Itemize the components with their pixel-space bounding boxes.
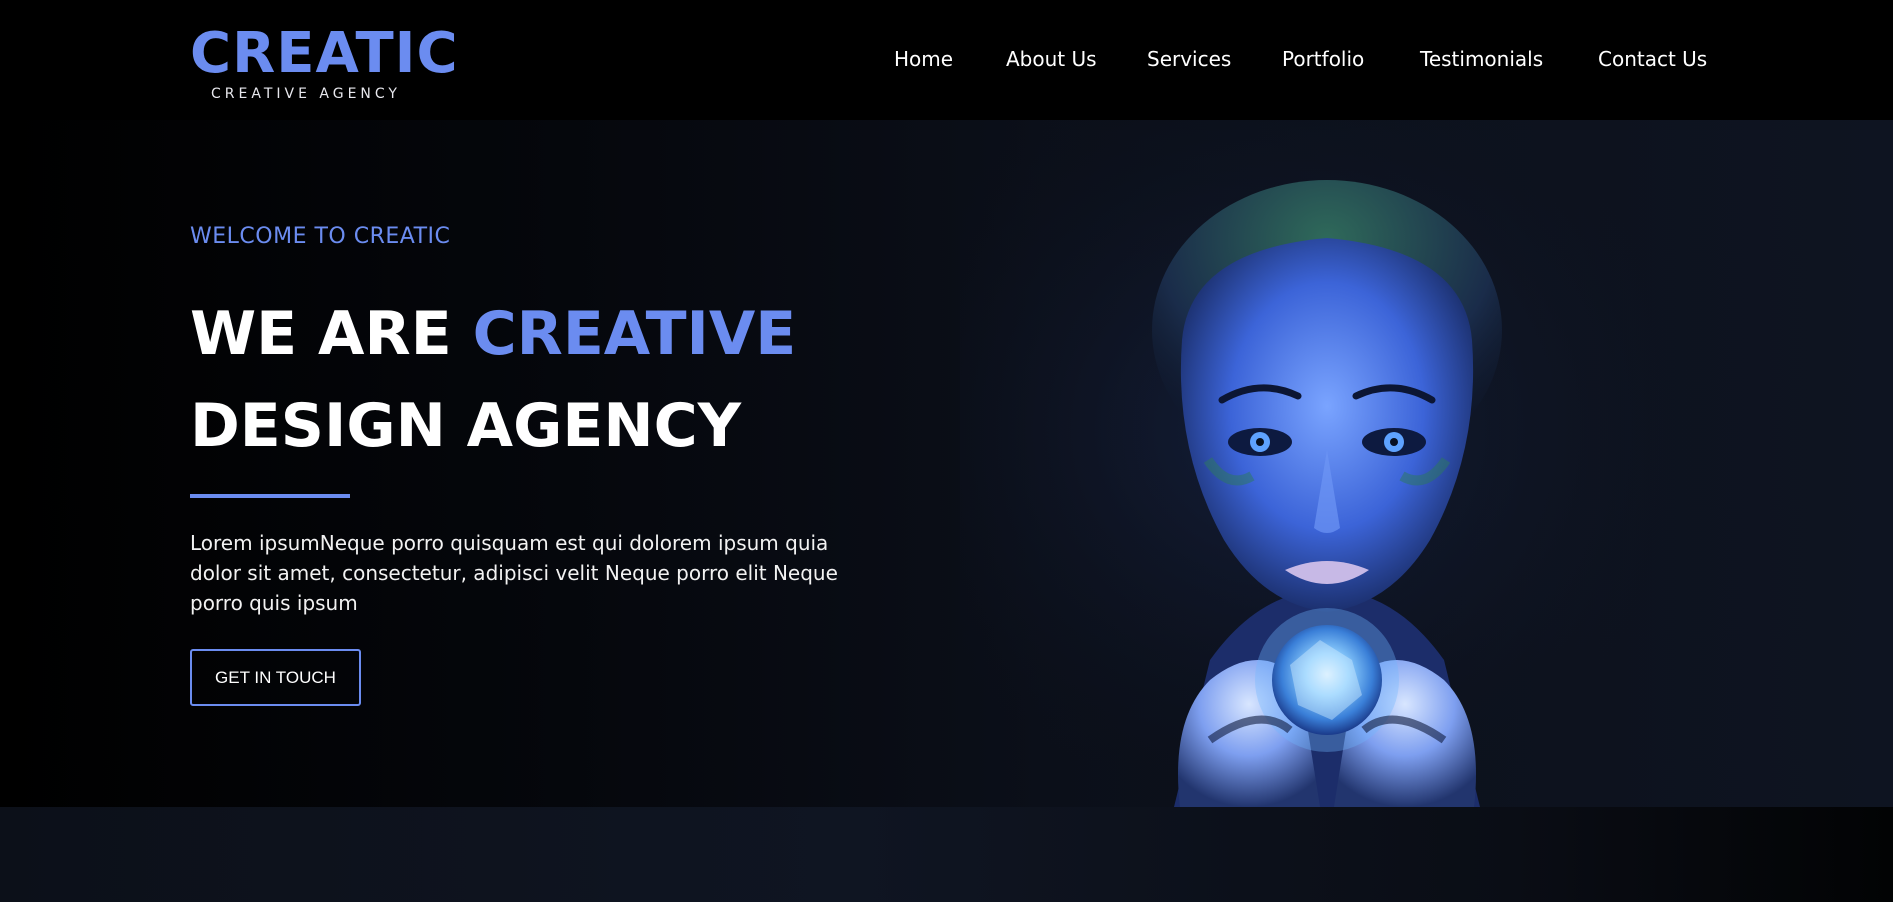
hero-section: WELCOME TO CREATIC WE ARE CREATIVE DESIG… xyxy=(0,120,1893,807)
headline-divider xyxy=(190,494,350,498)
next-section-band xyxy=(0,807,1893,902)
nav-testimonials[interactable]: Testimonials xyxy=(1420,44,1543,74)
nav-services[interactable]: Services xyxy=(1147,44,1231,74)
hero-portrait-image xyxy=(960,120,1720,807)
logo-name: CREATIC xyxy=(190,21,459,86)
nav-portfolio[interactable]: Portfolio xyxy=(1282,44,1364,74)
headline-accent: CREATIVE xyxy=(472,299,797,369)
headline-prefix: WE ARE xyxy=(190,299,473,369)
headline-line2: DESIGN AGENCY xyxy=(190,391,742,461)
nav-contact-us[interactable]: Contact Us xyxy=(1598,44,1707,74)
nav-home[interactable]: Home xyxy=(894,44,953,74)
logo-tagline: CREATIVE AGENCY xyxy=(211,86,401,102)
get-in-touch-button[interactable]: GET IN TOUCH xyxy=(190,649,361,706)
hero-description: Lorem ipsumNeque porro quisquam est qui … xyxy=(190,531,838,615)
nav-about-us[interactable]: About Us xyxy=(1006,44,1097,74)
welcome-text: WELCOME TO CREATIC xyxy=(190,224,451,249)
hero-headline: WE ARE CREATIVE DESIGN AGENCY xyxy=(190,288,796,472)
navbar: CREATIC CREATIVE AGENCY Home About Us Se… xyxy=(0,0,1893,120)
logo[interactable]: CREATIC CREATIVE AGENCY xyxy=(190,21,459,103)
